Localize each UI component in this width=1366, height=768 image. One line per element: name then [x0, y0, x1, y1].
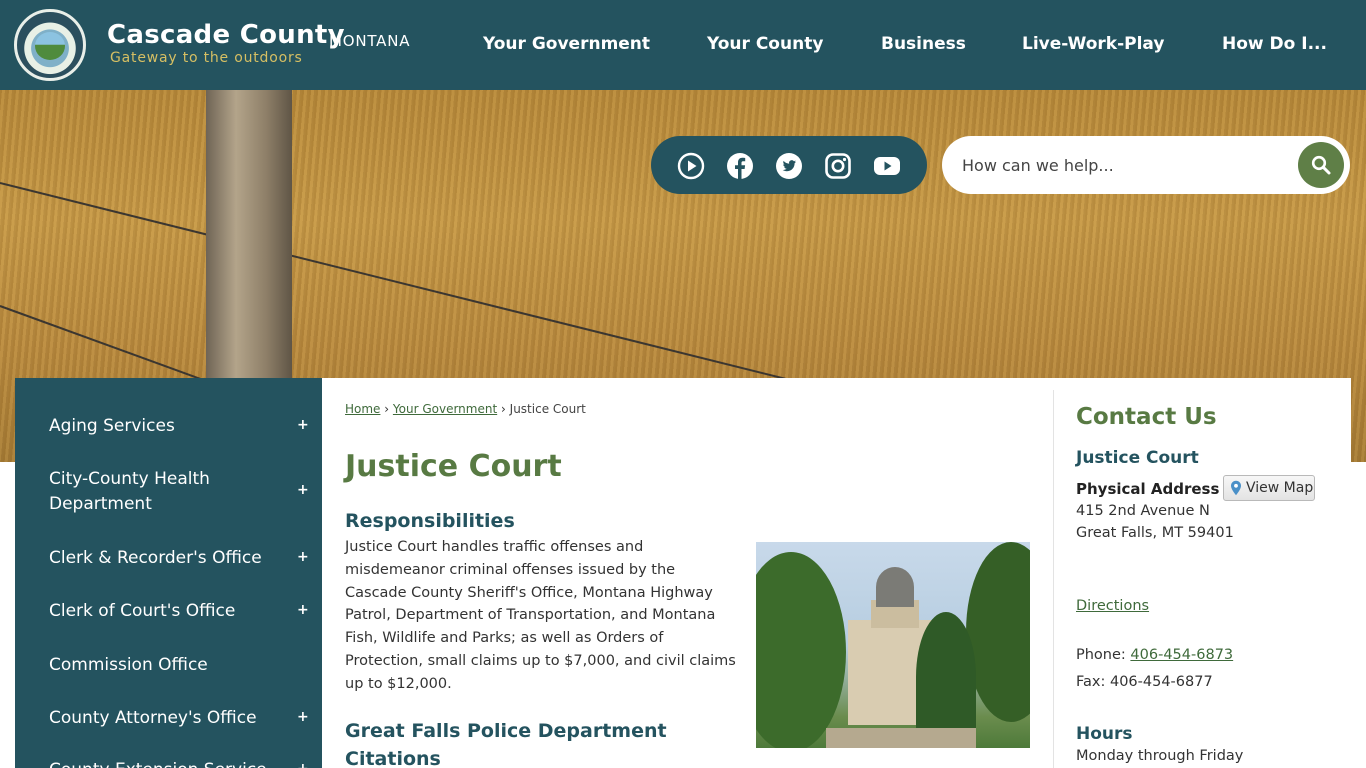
breadcrumb-your-government-link[interactable]: Your Government [393, 402, 497, 416]
contact-title: Contact Us [1076, 404, 1217, 430]
sidebar-item-label: Aging Services [49, 416, 175, 436]
responsibilities-text: Justice Court handles traffic offenses a… [345, 539, 736, 692]
breadcrumb-current: Justice Court [509, 402, 586, 416]
column-divider [1053, 390, 1054, 768]
sidebar-item-health-department[interactable]: City-County Health Department + [15, 467, 322, 519]
page-title: Justice Court [345, 449, 562, 484]
sidebar-item-label: Clerk of Court's Office [49, 601, 236, 621]
county-seal-logo[interactable] [14, 9, 86, 81]
nav-live-work-play[interactable]: Live-Work-Play [1022, 34, 1164, 54]
twitter-icon[interactable] [775, 152, 803, 180]
breadcrumb-separator: › [384, 402, 390, 416]
breadcrumb-home-link[interactable]: Home [345, 402, 380, 416]
site-name[interactable]: Cascade County [107, 20, 345, 50]
expand-plus-icon[interactable]: + [297, 709, 309, 725]
instagram-icon[interactable] [824, 152, 852, 180]
directions-link-row: Directions [1076, 598, 1149, 614]
sidebar-item-label: County Attorney's Office [49, 708, 257, 728]
map-pin-icon [1231, 480, 1241, 496]
section-heading-gfpd-citations-line2: Citations [345, 748, 441, 768]
address-line1: 415 2nd Avenue N [1076, 503, 1210, 519]
expand-plus-icon[interactable]: + [297, 417, 309, 433]
sidebar-item-aging-services[interactable]: Aging Services + [15, 414, 322, 440]
site-header: Cascade County MONTANA Gateway to the ou… [0, 0, 1366, 90]
contact-department: Justice Court [1076, 448, 1199, 468]
phone-row: Phone: 406-454-6873 [1076, 647, 1233, 663]
expand-plus-icon[interactable]: + [297, 549, 309, 565]
sidebar-nav: Aging Services + City-County Health Depa… [15, 378, 322, 768]
nav-your-government[interactable]: Your Government [483, 34, 650, 54]
nav-your-county[interactable]: Your County [707, 34, 823, 54]
nav-business[interactable]: Business [881, 34, 966, 54]
phone-link[interactable]: 406-454-6873 [1130, 647, 1233, 663]
expand-plus-icon[interactable]: + [297, 482, 309, 498]
fence-post [206, 90, 292, 390]
address-line2: Great Falls, MT 59401 [1076, 525, 1234, 541]
sidebar-item-label: Clerk & Recorder's Office [49, 548, 262, 568]
sidebar-item-label: County Extension Service [49, 758, 299, 768]
sidebar-item-label: City-County Health Department [49, 469, 210, 514]
facebook-icon[interactable] [726, 152, 754, 180]
site-state: MONTANA [329, 32, 411, 50]
sidebar-item-county-attorney[interactable]: County Attorney's Office + [15, 706, 322, 732]
tree [916, 612, 976, 742]
expand-plus-icon[interactable]: + [297, 761, 309, 768]
tree [756, 552, 846, 748]
search-box [942, 136, 1350, 194]
play-icon[interactable] [677, 152, 705, 180]
breadcrumb: Home › Your Government › Justice Court [345, 402, 586, 416]
sidebar-item-clerk-recorder[interactable]: Clerk & Recorder's Office + [15, 546, 322, 572]
expand-plus-icon[interactable]: + [297, 602, 309, 618]
social-links-bar [651, 136, 927, 194]
section-heading-gfpd-citations-line1: Great Falls Police Department [345, 720, 667, 742]
view-map-button[interactable]: View Map [1223, 475, 1315, 501]
directions-link[interactable]: Directions [1076, 598, 1149, 614]
seal-landscape [35, 32, 65, 60]
phone-label: Phone: [1076, 647, 1126, 663]
physical-address-label: Physical Address [1076, 480, 1220, 498]
hours-title: Hours [1076, 724, 1133, 744]
sidebar-item-clerk-of-court[interactable]: Clerk of Court's Office + [15, 599, 322, 625]
courthouse-dome [876, 567, 914, 607]
section-heading-responsibilities: Responsibilities [345, 510, 515, 532]
courthouse-steps [826, 728, 976, 748]
search-input[interactable] [962, 150, 1292, 180]
sidebar-item-label: Commission Office [49, 655, 208, 675]
breadcrumb-separator: › [501, 402, 506, 416]
search-button[interactable] [1298, 142, 1344, 188]
site-tagline: Gateway to the outdoors [110, 50, 303, 66]
youtube-icon[interactable] [873, 152, 901, 180]
courthouse-photo [756, 542, 1030, 748]
view-map-label: View Map [1246, 480, 1314, 496]
hours-line1: Monday through Friday [1076, 748, 1244, 764]
fax-text: Fax: 406-454-6877 [1076, 674, 1213, 690]
sidebar-item-commission-office[interactable]: Commission Office [15, 653, 322, 679]
sidebar-item-county-extension[interactable]: County Extension Service + [15, 758, 322, 768]
search-icon [1311, 155, 1331, 175]
nav-how-do-i[interactable]: How Do I... [1222, 34, 1327, 54]
